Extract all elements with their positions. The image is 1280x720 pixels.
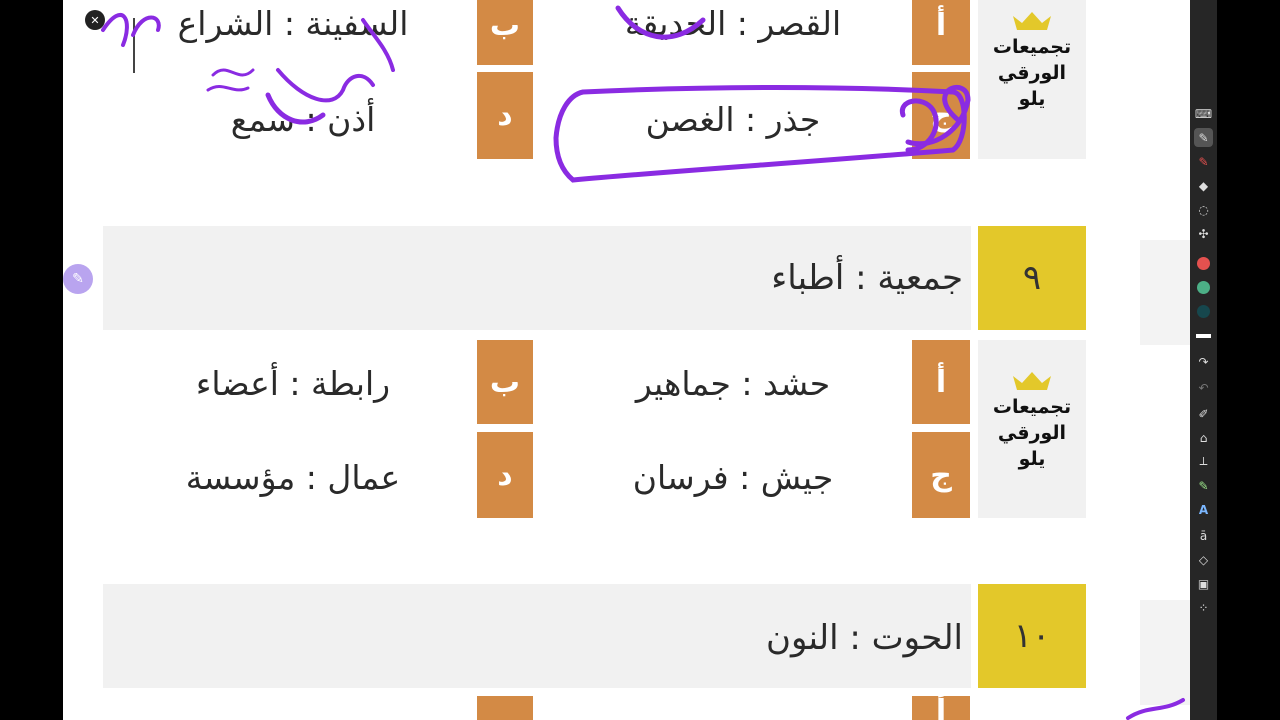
marker-icon[interactable]: ✎ xyxy=(1194,152,1213,171)
ink-annotations xyxy=(101,5,1185,720)
more-icon[interactable]: ⁘ xyxy=(1194,598,1213,617)
eraser-icon[interactable]: ◆ xyxy=(1194,176,1213,195)
color-dark-teal[interactable] xyxy=(1194,302,1213,321)
undo-icon[interactable]: ↶ xyxy=(1194,378,1213,397)
pen-icon[interactable]: ✎ xyxy=(1194,128,1213,147)
pen-settings-icon[interactable]: ✐ xyxy=(1194,404,1213,423)
page-icon[interactable]: ▣ xyxy=(1194,574,1213,593)
text-icon[interactable]: A xyxy=(1194,500,1213,519)
color-green[interactable] xyxy=(1194,278,1213,297)
ai-text-icon[interactable]: ā xyxy=(1194,526,1213,545)
keyboard-icon[interactable]: ⌨ xyxy=(1194,104,1213,123)
shapes-tool-icon[interactable]: ◇ xyxy=(1194,550,1213,569)
stroke-width-icon[interactable] xyxy=(1194,326,1213,345)
brush-icon[interactable]: ✎ xyxy=(1194,476,1213,495)
right-margin xyxy=(1217,0,1280,720)
text-insert-icon[interactable]: ⌂ xyxy=(1194,428,1213,447)
redo-icon[interactable]: ↷ xyxy=(1194,352,1213,371)
pen-fab-icon[interactable]: ✎ xyxy=(63,264,93,294)
document-page: تجميعات الورقي يلو أ القصر : الحديقة ب ا… xyxy=(63,0,1190,720)
shapes-icon[interactable]: ✣ xyxy=(1194,224,1213,243)
close-ink-icon[interactable]: ✕ xyxy=(85,10,105,30)
highlight-icon[interactable]: ⟂ xyxy=(1194,452,1213,471)
drawing-toolbar: ⌨ ✎ ✎ ◆ ◌ ✣ ↷ ↶ ✐ ⌂ ⟂ ✎ A ā ◇ ▣ ⁘ xyxy=(1190,0,1217,720)
lasso-icon[interactable]: ◌ xyxy=(1194,200,1213,219)
color-red[interactable] xyxy=(1194,254,1213,273)
